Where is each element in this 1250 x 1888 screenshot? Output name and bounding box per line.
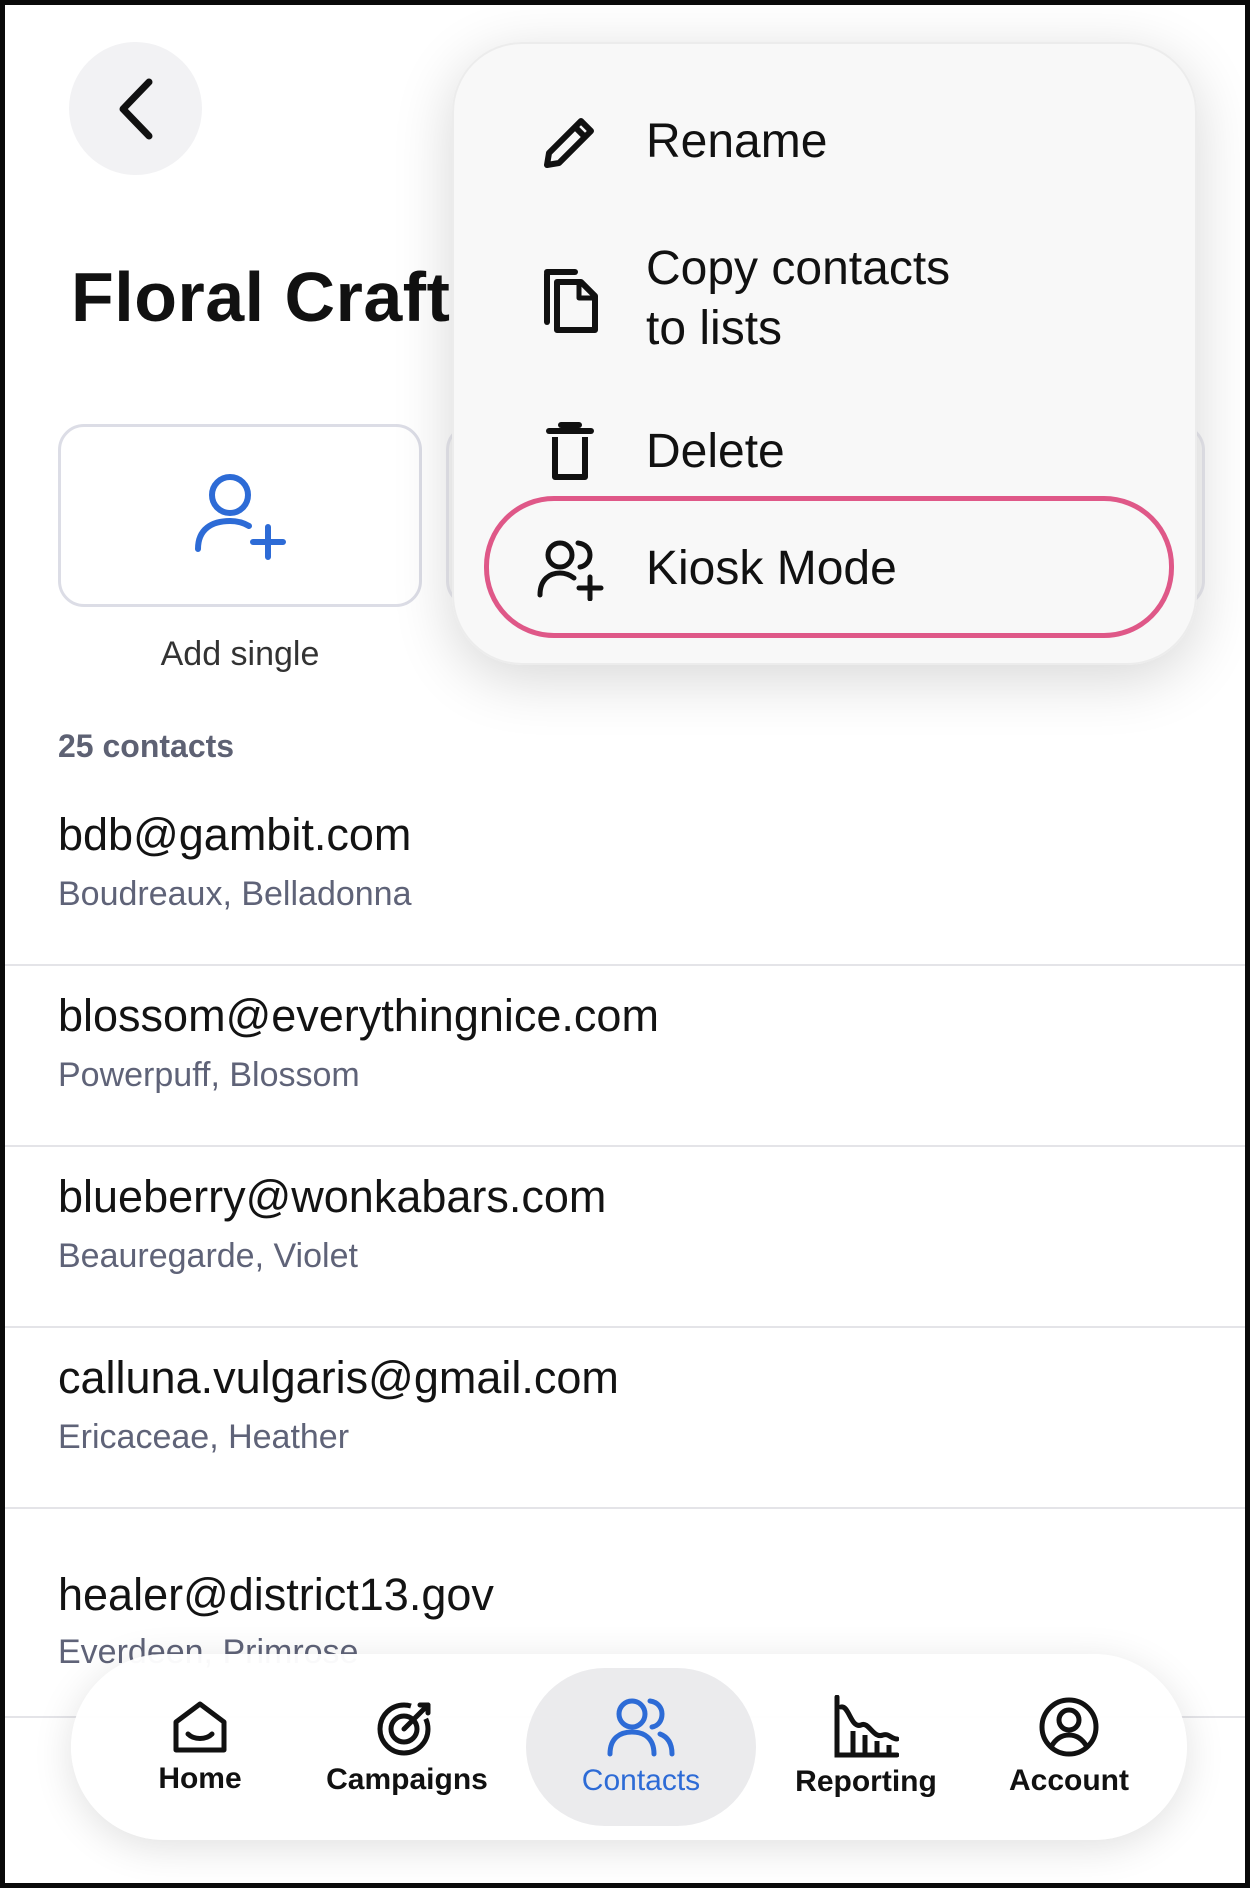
options-menu: Rename Copy contacts to lists Delete Kio…	[452, 42, 1197, 665]
add-single-button[interactable]	[58, 424, 422, 607]
contact-name: Ericaceae, Heather	[58, 1418, 350, 1456]
chart-icon	[834, 1695, 899, 1758]
nav-label: Home	[158, 1762, 242, 1795]
nav-reporting[interactable]: Reporting	[771, 1654, 961, 1840]
bottom-nav: Home Campaigns Contacts Reporting Accoun…	[71, 1654, 1187, 1840]
contact-email: healer@district13.gov	[58, 1569, 494, 1620]
app-screen: Floral Craft Add single 25 contacts bdb@…	[0, 0, 1250, 1888]
nav-label: Campaigns	[326, 1763, 488, 1796]
contact-email: calluna.vulgaris@gmail.com	[58, 1352, 619, 1403]
nav-label: Account	[1009, 1764, 1129, 1797]
nav-label: Contacts	[581, 1764, 701, 1797]
contact-name: Powerpuff, Blossom	[58, 1056, 360, 1094]
contact-row[interactable]: bdb@gambit.com Boudreaux, Belladonna	[5, 785, 1245, 966]
home-icon	[173, 1701, 227, 1753]
menu-label: Copy contacts to lists	[646, 242, 951, 355]
back-button[interactable]	[69, 42, 202, 175]
menu-label: Rename	[646, 115, 828, 168]
nav-contacts[interactable]: Contacts	[541, 1654, 741, 1840]
target-icon	[377, 1702, 431, 1756]
kiosk-people-icon	[534, 533, 606, 605]
menu-label: Delete	[646, 425, 785, 478]
contact-name: Boudreaux, Belladonna	[58, 875, 412, 913]
contact-email: bdb@gambit.com	[58, 809, 412, 860]
add-single-label: Add single	[160, 635, 320, 673]
contact-row[interactable]: blossom@everythingnice.com Powerpuff, Bl…	[5, 966, 1245, 1147]
copy-icon	[534, 263, 606, 335]
account-icon	[1039, 1697, 1099, 1757]
nav-account[interactable]: Account	[989, 1654, 1149, 1840]
contact-email: blossom@everythingnice.com	[58, 990, 659, 1041]
nav-home[interactable]: Home	[125, 1654, 275, 1840]
contact-name: Beauregarde, Violet	[58, 1237, 358, 1275]
page-title: Floral Craft	[71, 258, 451, 336]
menu-item-rename[interactable]: Rename	[454, 98, 1199, 186]
nav-campaigns[interactable]: Campaigns	[317, 1654, 497, 1840]
trash-icon	[534, 416, 606, 488]
contact-email: blueberry@wonkabars.com	[58, 1171, 607, 1222]
contact-list: bdb@gambit.com Boudreaux, Belladonna blo…	[5, 785, 1245, 1718]
add-person-icon	[195, 473, 286, 560]
menu-item-copy-contacts[interactable]: Copy contacts to lists	[454, 229, 1199, 369]
menu-item-kiosk-mode[interactable]: Kiosk Mode	[454, 529, 1199, 609]
contacts-icon	[607, 1698, 675, 1757]
menu-label: Kiosk Mode	[646, 542, 897, 595]
contacts-count: 25 contacts	[58, 728, 235, 764]
contact-row[interactable]: blueberry@wonkabars.com Beauregarde, Vio…	[5, 1147, 1245, 1328]
chevron-left-icon	[119, 78, 152, 139]
menu-item-delete[interactable]: Delete	[454, 412, 1199, 492]
contact-row[interactable]: calluna.vulgaris@gmail.com Ericaceae, He…	[5, 1328, 1245, 1509]
pencil-icon	[534, 106, 606, 178]
nav-label: Reporting	[795, 1765, 937, 1798]
